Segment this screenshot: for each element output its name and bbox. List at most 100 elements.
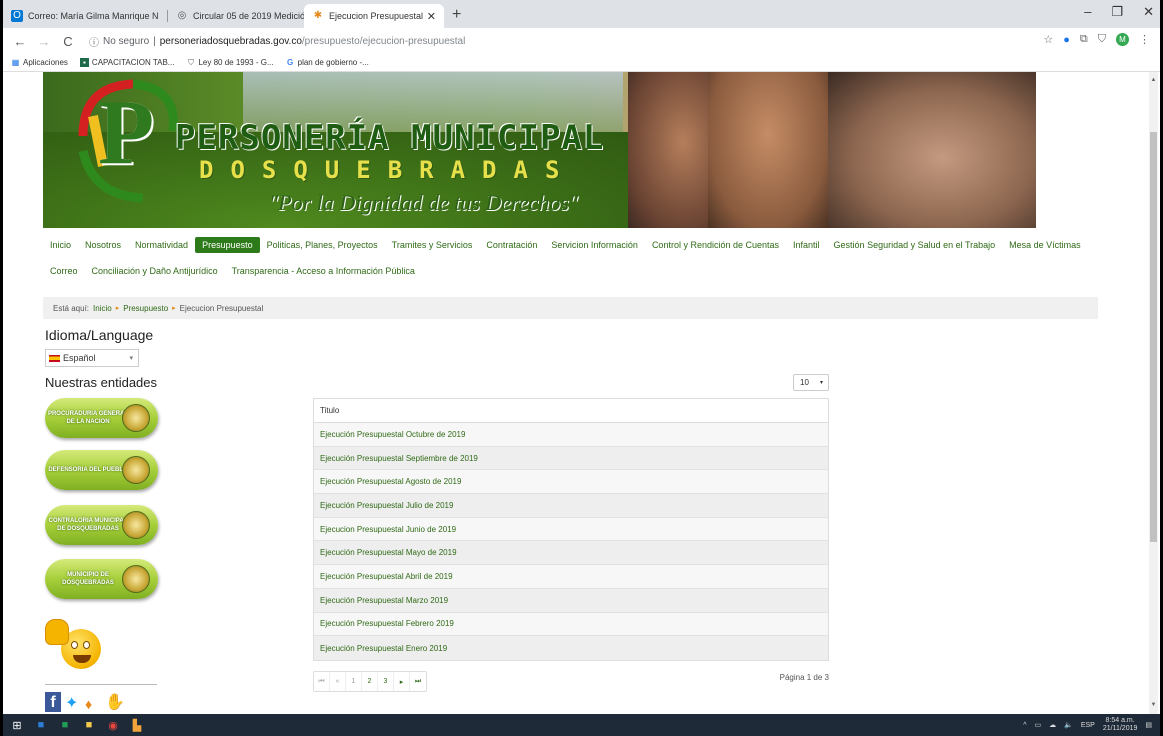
outlook-icon: O (11, 10, 23, 22)
table-row[interactable]: Ejecución Presupuestal Marzo 2019 (314, 588, 828, 613)
input-language[interactable]: ESP (1081, 722, 1095, 729)
twitter-icon[interactable]: ✦ (65, 696, 81, 712)
scroll-down-icon[interactable]: ▼ (1149, 701, 1158, 710)
bookmark-capacitacion[interactable]: ▪ CAPACITACION TAB... (79, 58, 174, 67)
scrollbar-thumb[interactable] (1150, 132, 1157, 542)
menu-item-politicas[interactable]: Politicas, Planes, Proyectos (260, 237, 385, 253)
table-row[interactable]: Ejecución Presupuestal Enero 2019 (314, 636, 828, 660)
entity-contraloria-button[interactable]: CONTRALORIA MUNICIPAL DE DOSQUEBRADAS (45, 505, 158, 545)
menu-item-victimas[interactable]: Mesa de Víctimas (1002, 237, 1088, 253)
excel-icon[interactable]: ■ (55, 714, 75, 736)
site-banner[interactable]: P PERSONERÍA MUNICIPAL DOSQUEBRADAS "Por… (43, 72, 1036, 228)
menu-item-conciliacion[interactable]: Conciliación y Daño Antijurídico (85, 263, 225, 279)
breadcrumb-link-inicio[interactable]: Inicio (93, 304, 112, 313)
breadcrumb-link-presupuesto[interactable]: Presupuesto (123, 304, 168, 313)
chevron-up-icon[interactable]: ^ (1023, 722, 1026, 729)
table-row[interactable]: Ejecucion Presupuestal Junio de 2019 (314, 517, 828, 542)
menu-item-transparencia[interactable]: Transparencia - Acceso a Información Púb… (225, 263, 422, 279)
documents-table: Titulo Ejecución Presupuestal Octubre de… (313, 398, 829, 661)
menu-item-presupuesto[interactable]: Presupuesto (195, 237, 260, 253)
bookmark-ley80[interactable]: ⛉ Ley 80 de 1993 - G... (186, 58, 274, 67)
banner-subtitle: DOSQUEBRADAS (199, 156, 577, 184)
extension-icon[interactable]: ⧉ (1080, 33, 1088, 46)
windows-taskbar: ⊞ ■ ■ ■ ◉ ▙ ^ ▭ ☁ 🔈 ESP 8:54 a.m. 21/11/… (3, 714, 1160, 736)
tab-label: Circular 05 de 2019 Medición Fu (193, 11, 304, 21)
vertical-scrollbar[interactable]: ▲ ▼ (1149, 72, 1158, 714)
thumbs-up-smiley-icon[interactable] (43, 617, 109, 672)
app-icon[interactable]: ▙ (127, 714, 147, 736)
tab-ejecucion[interactable]: ✱ Ejecucion Presupuestal ✕ (304, 4, 444, 28)
new-tab-button[interactable]: + (452, 4, 461, 28)
profile-avatar[interactable]: M (1116, 33, 1129, 46)
entity-municipio-button[interactable]: MUNICIPIO DE DOSQUEBRADAS (45, 559, 158, 599)
table-row[interactable]: Ejecución Presupuestal Febrero 2019 (314, 612, 828, 637)
table-row[interactable]: Ejecución Presupuestal Septiembre de 201… (314, 446, 828, 471)
bookmark-apps[interactable]: ▦ Aplicaciones (11, 58, 68, 67)
menu-item-contratacion[interactable]: Contratación (479, 237, 544, 253)
menu-item-inicio[interactable]: Inicio (43, 237, 78, 253)
url-field[interactable]: ⓘ No seguro | personeriadosquebradas.gov… (89, 34, 465, 49)
social-icon[interactable]: ♦ (85, 696, 101, 712)
globe-icon: ◎ (177, 10, 187, 21)
table-row[interactable]: Ejecución Presupuestal Agosto de 2019 (314, 470, 828, 495)
menu-item-servicion[interactable]: Servicion Información (544, 237, 645, 253)
shield-icon: ⛉ (187, 58, 194, 67)
network-icon[interactable]: ▭ (1035, 721, 1042, 729)
table-row[interactable]: Ejecución Presupuestal Octubre de 2019 (314, 423, 828, 447)
notifications-icon[interactable]: ▤ (1145, 721, 1152, 729)
menu-item-tramites[interactable]: Tramites y Servicios (385, 237, 480, 253)
scroll-up-icon[interactable]: ▲ (1149, 76, 1158, 85)
extension-icon[interactable]: ● (1063, 34, 1070, 46)
page-link-1[interactable]: 1 (346, 672, 362, 691)
language-selected: Español (63, 353, 96, 363)
next-page-icon[interactable]: ▸ (394, 672, 410, 691)
menu-item-correo[interactable]: Correo (43, 263, 85, 279)
info-icon[interactable]: ⓘ (89, 34, 99, 49)
per-page-select[interactable]: 10 ▾ (793, 374, 829, 391)
last-page-icon[interactable]: ⏭ (410, 672, 426, 691)
apps-grid-icon: ▦ (11, 58, 20, 67)
table-header[interactable]: Titulo (314, 399, 828, 423)
menu-item-control[interactable]: Control y Rendición de Cuentas (645, 237, 786, 253)
spain-flag-icon (49, 354, 60, 362)
table-row[interactable]: Ejecución Presupuestal Mayo de 2019 (314, 541, 828, 566)
folder-icon[interactable]: ■ (79, 714, 99, 736)
prev-page-icon[interactable]: « (330, 672, 346, 691)
bookmark-plan[interactable]: Gplan de gobierno -... (286, 58, 369, 67)
shield-extension-icon[interactable]: ⛉ (1098, 33, 1106, 46)
onedrive-icon[interactable]: ☁ (1049, 721, 1056, 729)
clock[interactable]: 8:54 a.m. 21/11/2019 (1103, 717, 1138, 733)
menu-item-normatividad[interactable]: Normatividad (128, 237, 195, 253)
menu-item-infantil[interactable]: Infantil (786, 237, 827, 253)
menu-item-nosotros[interactable]: Nosotros (78, 237, 128, 253)
restore-icon[interactable]: ❐ (1111, 4, 1123, 20)
menu-dots-icon[interactable]: ⋮ (1139, 33, 1150, 46)
site-favicon: ✱ (313, 10, 323, 21)
back-icon[interactable]: ← (13, 34, 27, 49)
chrome-icon[interactable]: ◉ (103, 714, 123, 736)
close-window-icon[interactable]: ✕ (1143, 4, 1154, 20)
facebook-icon[interactable]: f (45, 692, 61, 712)
page-link-2[interactable]: 2 (362, 672, 378, 691)
volume-icon[interactable]: 🔈 (1064, 721, 1073, 729)
logo-letter: P (98, 81, 155, 183)
minimize-icon[interactable]: – (1084, 4, 1091, 20)
reload-icon[interactable]: C (61, 34, 75, 49)
windows-start-icon[interactable]: ⊞ (7, 714, 27, 736)
first-page-icon[interactable]: ⏮ (314, 672, 330, 691)
bookmark-star-icon[interactable]: ☆ (1043, 33, 1053, 46)
tab-correo[interactable]: O Correo: María Gilma Manrique N ✕ (3, 4, 168, 28)
forward-icon[interactable]: → (37, 34, 51, 49)
hands-icon[interactable]: ✋ (105, 692, 125, 712)
tab-circular[interactable]: ◎ Circular 05 de 2019 Medición Fu ✕ (168, 4, 304, 28)
entity-defensoria-button[interactable]: DEFENSORIA DEL PUEBLO (45, 450, 158, 490)
menu-item-seguridad[interactable]: Gestión Seguridad y Salud en el Trabajo (827, 237, 1003, 253)
close-tab-icon[interactable]: ✕ (427, 10, 436, 23)
entity-procuraduria-button[interactable]: PROCURADURIA GENERAL DE LA NACION (45, 398, 158, 438)
table-row[interactable]: Ejecución Presupuestal Abril de 2019 (314, 565, 828, 589)
word-icon[interactable]: ■ (31, 714, 51, 736)
contraloria-seal-icon (122, 511, 150, 539)
page-link-3[interactable]: 3 (378, 672, 394, 691)
table-row[interactable]: Ejecución Presupuestal Julio de 2019 (314, 494, 828, 518)
language-select[interactable]: Español ▾ (45, 349, 139, 367)
